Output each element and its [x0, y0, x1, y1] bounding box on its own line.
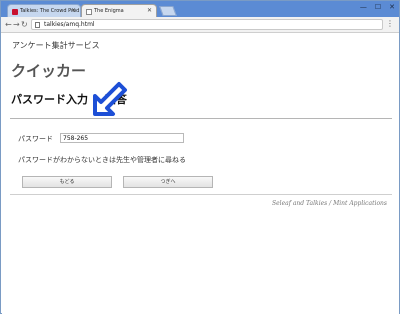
close-icon[interactable]: ✕ — [147, 7, 152, 14]
window-controls: — ☐ ✕ — [360, 3, 395, 12]
password-input[interactable] — [60, 133, 184, 143]
annotation-arrow-icon — [93, 82, 127, 116]
next-button[interactable]: つぎへ — [123, 176, 213, 188]
address-bar[interactable]: talkies/amq.html — [31, 19, 383, 30]
new-tab-button[interactable] — [159, 6, 177, 16]
close-window-icon[interactable]: ✕ — [389, 3, 395, 12]
menu-icon[interactable]: ⋮ — [386, 19, 394, 29]
app-title: クイッカー — [11, 62, 87, 80]
service-name: アンケート集計サービス — [12, 41, 100, 50]
tab-talkies[interactable]: Talkies: The Crowd Prod ✕ — [7, 4, 81, 18]
tab-title: The Enigma — [94, 8, 124, 14]
forward-arrow-icon[interactable]: → — [13, 19, 20, 30]
back-button[interactable]: もどる — [22, 176, 112, 188]
close-icon[interactable]: ✕ — [71, 7, 76, 14]
maximize-icon[interactable]: ☐ — [375, 3, 381, 12]
divider — [10, 118, 392, 119]
reload-icon[interactable]: ↻ — [21, 19, 28, 30]
minimize-icon[interactable]: — — [360, 3, 367, 12]
divider — [10, 194, 392, 195]
password-label: パスワード — [18, 135, 53, 143]
page-icon — [35, 22, 40, 28]
back-arrow-icon[interactable]: ← — [5, 19, 12, 30]
tab-enigma[interactable]: The Enigma ✕ — [81, 4, 157, 18]
title-bar: Talkies: The Crowd Prod ✕ The Enigma ✕ —… — [1, 1, 399, 18]
site-favicon-icon — [12, 9, 18, 15]
browser-toolbar: ← → ↻ talkies/amq.html ⋮ — [1, 17, 399, 33]
help-text: パスワードがわからないときは先生や管理者に尋ねる — [18, 156, 186, 164]
footer-credit: Seleaf and Talkies / Mint Applications — [272, 200, 387, 207]
page-content: アンケート集計サービス クイッカー パスワード入力 > 回答 パスワード パスワ… — [2, 34, 399, 314]
url-text: talkies/amq.html — [44, 21, 95, 28]
page-favicon-icon — [86, 9, 92, 15]
browser-window: Talkies: The Crowd Prod ✕ The Enigma ✕ —… — [0, 0, 400, 314]
